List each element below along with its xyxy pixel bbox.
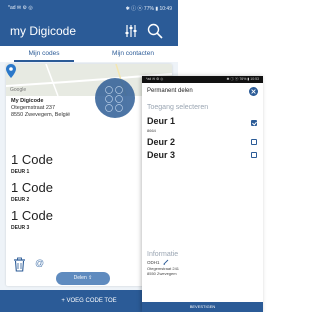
dialog-title: Permanent delen [147,88,193,94]
door-checkbox[interactable] [251,139,257,145]
email-icon[interactable]: @ [35,258,44,268]
door-checkbox[interactable] [251,152,257,158]
app-title: my Digicode [10,24,77,38]
code-door-label: DEUR 1 [11,169,30,175]
location-title: My Digicode [11,98,44,104]
confirm-button[interactable]: BEVESTIGEN [142,302,263,312]
tab-my-contacts[interactable]: Mijn contacten [88,46,178,62]
door-option-label: Deur 2 [147,137,176,147]
pencil-icon[interactable] [163,259,169,265]
keypad-icon [95,78,135,118]
door-option-label: Deur 1 [147,116,176,126]
location-pin-icon [6,64,16,78]
code-count: 1 Code [11,208,53,223]
code-count: 1 Code [11,152,53,167]
status-bar: *ad ✉ ⚙ ◎ ✱ ⓘ ⓝ 77% ▮ 10:49 [0,0,178,16]
close-icon[interactable] [249,87,258,96]
search-icon[interactable] [147,23,163,39]
door-checkbox[interactable] [251,120,257,126]
door-option-label: Deur 3 [147,150,176,160]
trash-icon[interactable] [13,257,26,272]
share-button[interactable]: Delen ⇪ [56,272,110,285]
location-address-line1: Otegemstraat 237 [11,105,56,111]
location-address-line2: 8550 Zwevegem, België [11,112,71,118]
door-code: 8664 [147,128,156,133]
app-bar: my Digicode [0,16,178,46]
share-dialog-screen: *ad ✉ ⚙ ◎ ✱ ⓘ ⓝ 76% ▮ 10:53 Permanent de… [142,76,263,312]
section-information: Informatie [147,251,179,258]
info-address-line2: 8550 Zwevegem [147,271,177,276]
filter-icon[interactable] [124,24,138,38]
status-bar: *ad ✉ ⚙ ◎ ✱ ⓘ ⓝ 76% ▮ 10:53 [142,76,263,83]
active-tab-indicator [14,60,74,62]
status-bar-right: ✱ ⓘ ⓝ 77% ▮ 10:49 [125,6,172,12]
status-bar-left: *ad ✉ ⚙ ◎ [146,77,164,81]
tab-bar: Mijn codes Mijn contacten [0,46,178,62]
code-count: 1 Code [11,180,53,195]
dialog-header: Permanent delen [142,83,263,100]
status-bar-right: ✱ ⓘ ⓝ 76% ▮ 10:53 [226,77,259,81]
status-bar-left: *ad ✉ ⚙ ◎ [8,5,33,11]
code-door-label: DEUR 3 [11,225,30,231]
map-logo: Google [10,87,27,93]
section-select-access: Toegang selecteren [147,104,209,111]
code-door-label: DEUR 2 [11,197,30,203]
info-name: ODH1 [147,260,160,265]
